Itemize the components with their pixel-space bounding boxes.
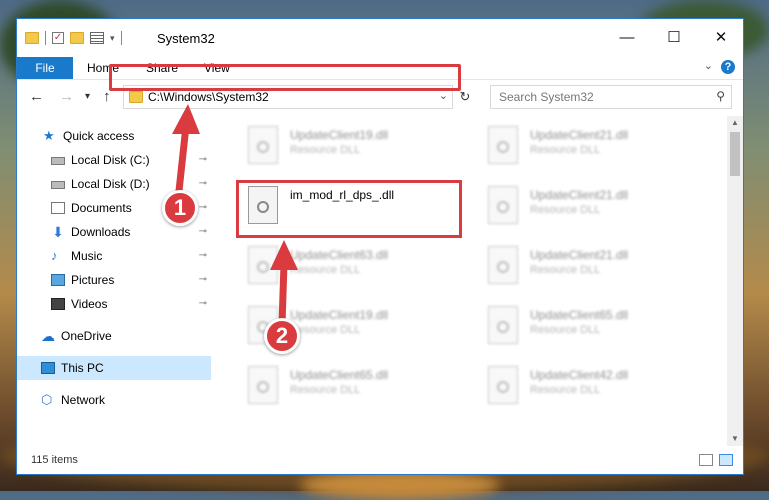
- file-type: Resource DLL: [290, 384, 361, 396]
- sidebar-item-label: Downloads: [71, 225, 131, 239]
- status-bar: 115 items: [17, 446, 743, 474]
- file-type: Resource DLL: [290, 144, 361, 156]
- folder-icon: [129, 91, 143, 103]
- file-name: UpdateClient65.dll: [530, 308, 629, 322]
- documents-icon: [51, 202, 65, 214]
- downloads-icon: ⬇: [52, 224, 64, 240]
- file-type: Resource DLL: [530, 204, 601, 216]
- star-icon: ★: [43, 128, 55, 143]
- sidebar-item-label: Documents: [71, 201, 132, 215]
- sidebar-item-label: Local Disk (D:): [71, 177, 150, 191]
- file-item[interactable]: UpdateClient21.dll Resource DLL: [482, 184, 702, 228]
- minimize-button[interactable]: —: [607, 25, 647, 51]
- music-icon: ♪: [51, 248, 58, 263]
- item-count: 115 items: [31, 454, 78, 466]
- sidebar-item-network[interactable]: ⬡ Network: [17, 388, 211, 412]
- drive-icon: [51, 181, 65, 189]
- sidebar-item-this-pc[interactable]: This PC: [17, 356, 211, 380]
- address-highlight-box: [109, 64, 461, 91]
- back-arrow-icon[interactable]: ←: [29, 88, 44, 105]
- sidebar-item-label: Local Disk (C:): [71, 153, 150, 167]
- sidebar-item-pictures[interactable]: Pictures ⊸: [17, 268, 211, 292]
- forward-arrow-icon[interactable]: →: [59, 88, 74, 105]
- scroll-down-icon[interactable]: ▼: [727, 432, 743, 446]
- close-button[interactable]: ✕: [701, 25, 741, 51]
- properties-check-icon[interactable]: ✓: [52, 32, 64, 44]
- step-2-badge: 2: [264, 318, 300, 354]
- large-icons-view-icon[interactable]: [719, 454, 733, 466]
- dll-file-icon: [488, 246, 518, 284]
- onedrive-icon: ☁: [41, 328, 55, 344]
- file-item[interactable]: UpdateClient65.dll Resource DLL: [482, 304, 702, 348]
- this-pc-icon: [41, 362, 55, 374]
- search-input[interactable]: Search System32: [499, 90, 594, 104]
- file-type: Resource DLL: [530, 144, 601, 156]
- step-1-badge: 1: [162, 190, 198, 226]
- new-folder-icon[interactable]: [70, 32, 84, 44]
- sidebar-item-onedrive[interactable]: ☁ OneDrive: [17, 324, 211, 348]
- maximize-button[interactable]: ☐: [654, 25, 694, 51]
- pin-icon[interactable]: ⊸: [199, 244, 207, 268]
- tab-file[interactable]: File: [17, 57, 73, 79]
- file-name: UpdateClient21.dll: [530, 128, 629, 142]
- title-bar: ✓ ▾ System32 — ☐ ✕: [17, 19, 743, 57]
- file-type: Resource DLL: [530, 384, 601, 396]
- pin-icon[interactable]: ⊸: [199, 220, 207, 244]
- pin-icon[interactable]: ⊸: [199, 292, 207, 316]
- file-type: Resource DLL: [530, 324, 601, 336]
- file-highlight-box: [236, 180, 462, 238]
- file-item[interactable]: UpdateClient21.dll Resource DLL: [482, 244, 702, 288]
- pictures-icon: [51, 274, 65, 286]
- help-icon[interactable]: ?: [721, 60, 735, 74]
- network-icon: ⬡: [41, 392, 53, 407]
- dll-file-icon: [488, 306, 518, 344]
- drive-icon: [51, 157, 65, 165]
- toolbar-divider: [45, 31, 46, 45]
- videos-icon: [51, 298, 65, 310]
- file-item[interactable]: UpdateClient21.dll Resource DLL: [482, 124, 702, 168]
- dll-file-icon: [488, 186, 518, 224]
- details-view-icon[interactable]: [699, 454, 713, 466]
- dll-file-icon: [248, 366, 278, 404]
- file-name: UpdateClient65.dll: [290, 368, 389, 382]
- scroll-up-icon[interactable]: ▲: [727, 116, 743, 130]
- dll-file-icon: [248, 126, 278, 164]
- scroll-thumb[interactable]: [730, 132, 740, 176]
- properties-icon[interactable]: [90, 32, 104, 44]
- sidebar-item-label: Music: [71, 249, 103, 263]
- sidebar-item-label: OneDrive: [61, 329, 112, 343]
- quick-access-toolbar: ✓ ▾: [25, 31, 122, 45]
- sidebar-item-videos[interactable]: Videos ⊸: [17, 292, 211, 316]
- file-name: UpdateClient21.dll: [530, 188, 629, 202]
- folder-icon: [25, 32, 39, 44]
- file-name: UpdateClient21.dll: [530, 248, 629, 262]
- file-item[interactable]: UpdateClient19.dll Resource DLL: [242, 124, 462, 168]
- ribbon-expand-icon[interactable]: ⌄: [704, 59, 713, 72]
- sidebar-item-label: Pictures: [71, 273, 115, 287]
- toolbar-divider: [120, 31, 122, 45]
- sidebar-item-label: Quick access: [63, 129, 135, 143]
- customize-dropdown-icon[interactable]: ▾: [110, 33, 115, 44]
- file-name: UpdateClient19.dll: [290, 128, 389, 142]
- dll-file-icon: [488, 126, 518, 164]
- sidebar-item-label: This PC: [61, 361, 104, 375]
- window-title: System32: [157, 31, 215, 46]
- file-name: UpdateClient42.dll: [530, 368, 629, 382]
- vertical-scrollbar[interactable]: ▲ ▼: [727, 116, 743, 446]
- pin-icon[interactable]: ⊸: [199, 268, 207, 292]
- sidebar-item-music[interactable]: ♪ Music ⊸: [17, 244, 211, 268]
- sidebar-item-label: Network: [61, 393, 106, 407]
- search-box[interactable]: Search System32 ⚲: [490, 85, 732, 109]
- recent-locations-dropdown-icon[interactable]: ▾: [85, 91, 90, 102]
- file-type: Resource DLL: [530, 264, 601, 276]
- sidebar-item-label: Videos: [71, 297, 108, 311]
- dll-file-icon: [488, 366, 518, 404]
- search-icon: ⚲: [716, 89, 725, 103]
- file-item[interactable]: UpdateClient42.dll Resource DLL: [482, 364, 702, 408]
- file-item[interactable]: UpdateClient65.dll Resource DLL: [242, 364, 462, 408]
